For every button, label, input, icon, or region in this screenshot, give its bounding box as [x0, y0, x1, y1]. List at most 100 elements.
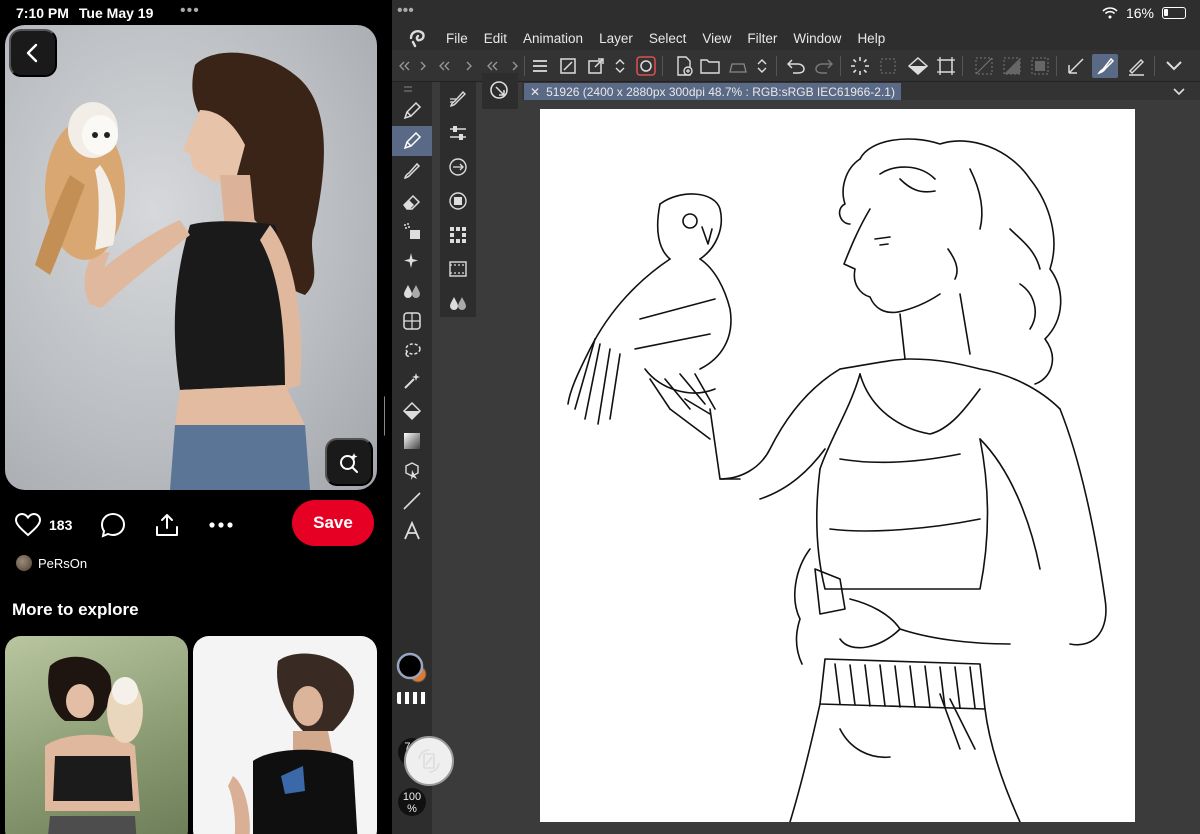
- transparent-color-swatch[interactable]: [397, 692, 427, 704]
- loading-icon[interactable]: [848, 54, 872, 78]
- open-canvas-icon[interactable]: [584, 54, 608, 78]
- sub-tool-palette: [440, 82, 476, 317]
- canvas-tab-bar: ✕ 51926 (2400 x 2880px 300dpi 48.7% : RG…: [522, 82, 1200, 100]
- separator: [962, 56, 963, 76]
- stepper-icon[interactable]: [608, 54, 632, 78]
- decoration-tool-icon[interactable]: [392, 246, 432, 276]
- close-icon[interactable]: ✕: [530, 85, 540, 99]
- color-wheel-icon[interactable]: [440, 184, 476, 218]
- menu-select[interactable]: Select: [641, 31, 695, 46]
- redo-icon[interactable]: [812, 54, 836, 78]
- sub-tool-brush-icon[interactable]: [440, 82, 476, 116]
- separator: [662, 56, 663, 76]
- eraser-icon[interactable]: [392, 186, 432, 216]
- figure-tool-icon[interactable]: [392, 306, 432, 336]
- menu-filter[interactable]: Filter: [739, 31, 785, 46]
- pinterest-pane: 7:10 PM Tue May 19 ••• 183 Save PeRsOn M…: [0, 0, 385, 834]
- menu-edit[interactable]: Edit: [476, 31, 515, 46]
- brush-tool-icon[interactable]: [392, 156, 432, 186]
- operation-tool-icon[interactable]: [392, 456, 432, 486]
- menu-view[interactable]: View: [694, 31, 739, 46]
- crop-icon[interactable]: [934, 54, 958, 78]
- chevron-down-icon[interactable]: [1162, 54, 1186, 78]
- canvas-tab-label: 51926 (2400 x 2880px 300dpi 48.7% : RGB:…: [546, 84, 895, 99]
- timeline-icon[interactable]: [440, 252, 476, 286]
- back-button[interactable]: [9, 29, 57, 77]
- rotate-canvas-icon: [418, 749, 440, 773]
- explore-pin-1[interactable]: [5, 636, 188, 834]
- brush-opacity-indicator[interactable]: 100 %: [398, 788, 426, 816]
- like-button[interactable]: 183: [15, 513, 72, 537]
- separator: [1154, 56, 1155, 76]
- share-button[interactable]: [154, 512, 180, 538]
- battery-icon: [1162, 7, 1186, 19]
- pen-tool-icon[interactable]: [392, 96, 432, 126]
- lasso-icon[interactable]: [392, 336, 432, 366]
- split-view-divider[interactable]: [384, 396, 385, 436]
- visual-search-button[interactable]: [325, 438, 373, 486]
- brush-snap-icon[interactable]: [1092, 54, 1118, 78]
- more-button[interactable]: [208, 521, 234, 529]
- more-to-explore-heading: More to explore: [12, 600, 139, 619]
- tool-property-icon[interactable]: [440, 116, 476, 150]
- ruler-icon[interactable]: [1064, 54, 1088, 78]
- line-tool-icon[interactable]: [392, 486, 432, 516]
- fill-tool-icon[interactable]: [392, 396, 432, 426]
- menu-help[interactable]: Help: [849, 31, 893, 46]
- gradient-tool-icon[interactable]: [392, 426, 432, 456]
- transform-icon[interactable]: [876, 54, 900, 78]
- folder-icon[interactable]: [698, 54, 722, 78]
- pin-author[interactable]: PeRsOn: [16, 555, 87, 571]
- visual-search-icon: [340, 453, 358, 473]
- panel-menu-icon[interactable]: [392, 82, 432, 96]
- clip-studio-logo-icon[interactable]: [398, 28, 438, 48]
- new-canvas-icon[interactable]: [556, 54, 580, 78]
- rotate-canvas-button[interactable]: [404, 736, 454, 786]
- canvas-area: [522, 100, 1200, 834]
- sub-blend-icon[interactable]: [440, 286, 476, 320]
- pen-snap-icon[interactable]: [1124, 54, 1148, 78]
- avatar: [16, 555, 32, 571]
- status-bar-right: 16%: [1102, 5, 1186, 21]
- status-time: 7:10 PM: [16, 5, 69, 21]
- color-picker[interactable]: [396, 652, 427, 683]
- status-bar: 7:10 PM Tue May 19: [16, 5, 153, 21]
- collapse-left-icon[interactable]: [392, 54, 416, 78]
- menu-file[interactable]: File: [438, 31, 476, 46]
- multitask-dots[interactable]: •••: [180, 2, 200, 20]
- hamburger-menu-icon[interactable]: [528, 54, 552, 78]
- pencil-tool-icon[interactable]: [392, 126, 432, 156]
- deselect-icon[interactable]: [972, 54, 996, 78]
- drawing-canvas[interactable]: [540, 109, 1135, 823]
- pin-image[interactable]: [5, 25, 377, 490]
- menu-window[interactable]: Window: [785, 31, 849, 46]
- explore-pin-2[interactable]: [193, 636, 377, 834]
- export-icon[interactable]: [726, 54, 750, 78]
- invert-selection-icon[interactable]: [1000, 54, 1024, 78]
- select-all-icon[interactable]: [1028, 54, 1052, 78]
- fill-icon[interactable]: [906, 54, 930, 78]
- stepper-2-icon[interactable]: [750, 54, 774, 78]
- menu-layer[interactable]: Layer: [591, 31, 641, 46]
- cloud-icon[interactable]: [634, 54, 658, 78]
- magic-wand-icon[interactable]: [392, 366, 432, 396]
- new-page-icon[interactable]: [672, 54, 696, 78]
- multitask-dots-right[interactable]: •••: [397, 2, 414, 20]
- airbrush-tool-icon[interactable]: [392, 216, 432, 246]
- save-button[interactable]: Save: [292, 500, 374, 546]
- chevron-left-icon: [26, 43, 38, 63]
- comment-button[interactable]: [100, 512, 126, 538]
- separator: [840, 56, 841, 76]
- heart-icon: [15, 513, 41, 537]
- color-set-icon[interactable]: [440, 218, 476, 252]
- canvas-tab[interactable]: ✕ 51926 (2400 x 2880px 300dpi 48.7% : RG…: [524, 83, 901, 100]
- brush-opacity-value: 100: [402, 791, 422, 803]
- status-date: Tue May 19: [78, 5, 154, 21]
- undo-icon[interactable]: [784, 54, 808, 78]
- menu-animation[interactable]: Animation: [515, 31, 591, 46]
- text-icon[interactable]: [392, 516, 432, 546]
- brush-size-palette-icon[interactable]: [440, 150, 476, 184]
- collapse-left-2-icon[interactable]: [432, 54, 456, 78]
- blend-tool-icon[interactable]: [392, 276, 432, 306]
- navigator-button[interactable]: [482, 73, 518, 109]
